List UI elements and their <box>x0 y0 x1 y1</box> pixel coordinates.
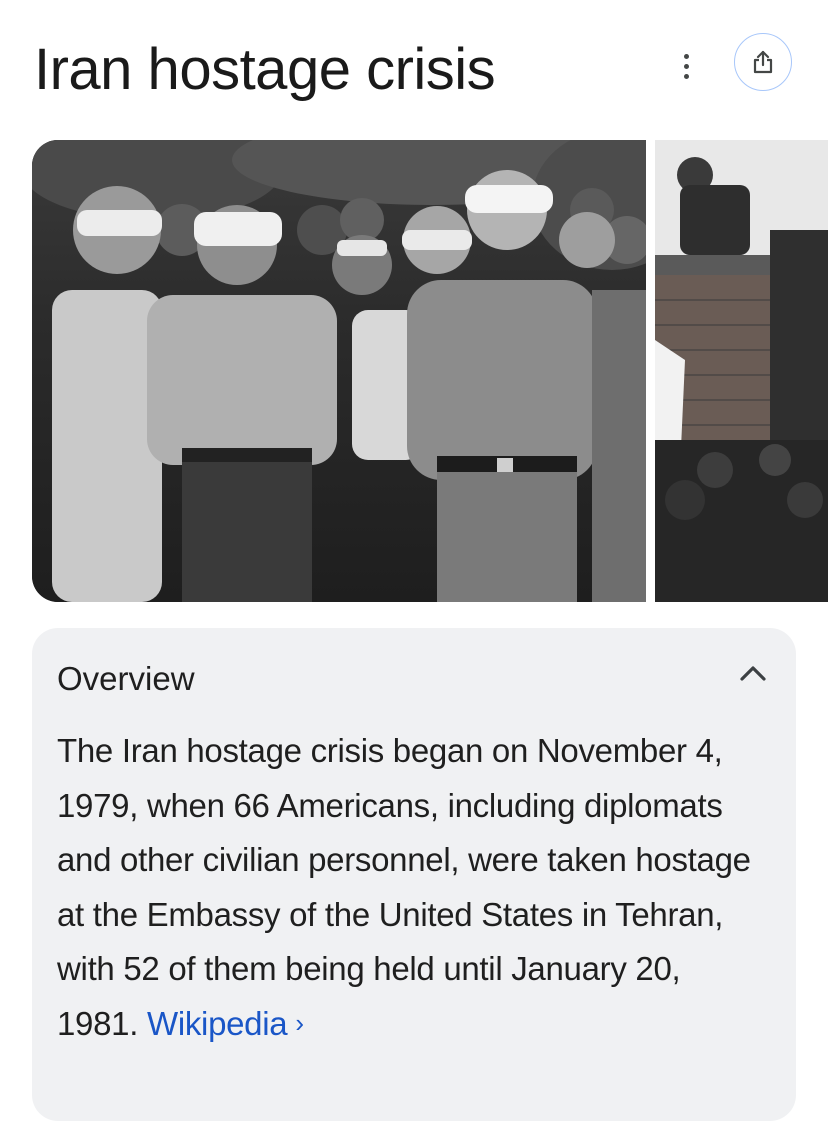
more-vert-icon-dot <box>683 63 689 69</box>
chevron-up-icon <box>740 666 766 681</box>
share-button[interactable] <box>734 33 792 91</box>
hostage-photo <box>32 140 646 602</box>
secondary-image[interactable] <box>655 140 828 602</box>
embassy-photo <box>655 140 828 602</box>
page-title: Iran hostage crisis <box>34 37 496 102</box>
overview-toggle[interactable]: Overview <box>32 628 796 728</box>
chevron-right-icon: › <box>295 1007 304 1038</box>
more-vert-icon-dot <box>683 73 689 79</box>
overview-description: The Iran hostage crisis began on Novembe… <box>57 732 751 1042</box>
share-icon <box>753 50 773 74</box>
main-image[interactable] <box>32 140 646 602</box>
overview-card: Overview The Iran hostage crisis began o… <box>32 628 796 1121</box>
overview-title: Overview <box>57 660 195 697</box>
wikipedia-link-label: Wikipedia <box>146 1004 288 1042</box>
overview-body: The Iran hostage crisis began on Novembe… <box>57 724 757 1053</box>
more-vert-icon-dot <box>683 53 689 59</box>
more-options-button[interactable] <box>668 46 704 86</box>
wikipedia-link[interactable]: Wikipedia › <box>147 1005 304 1042</box>
